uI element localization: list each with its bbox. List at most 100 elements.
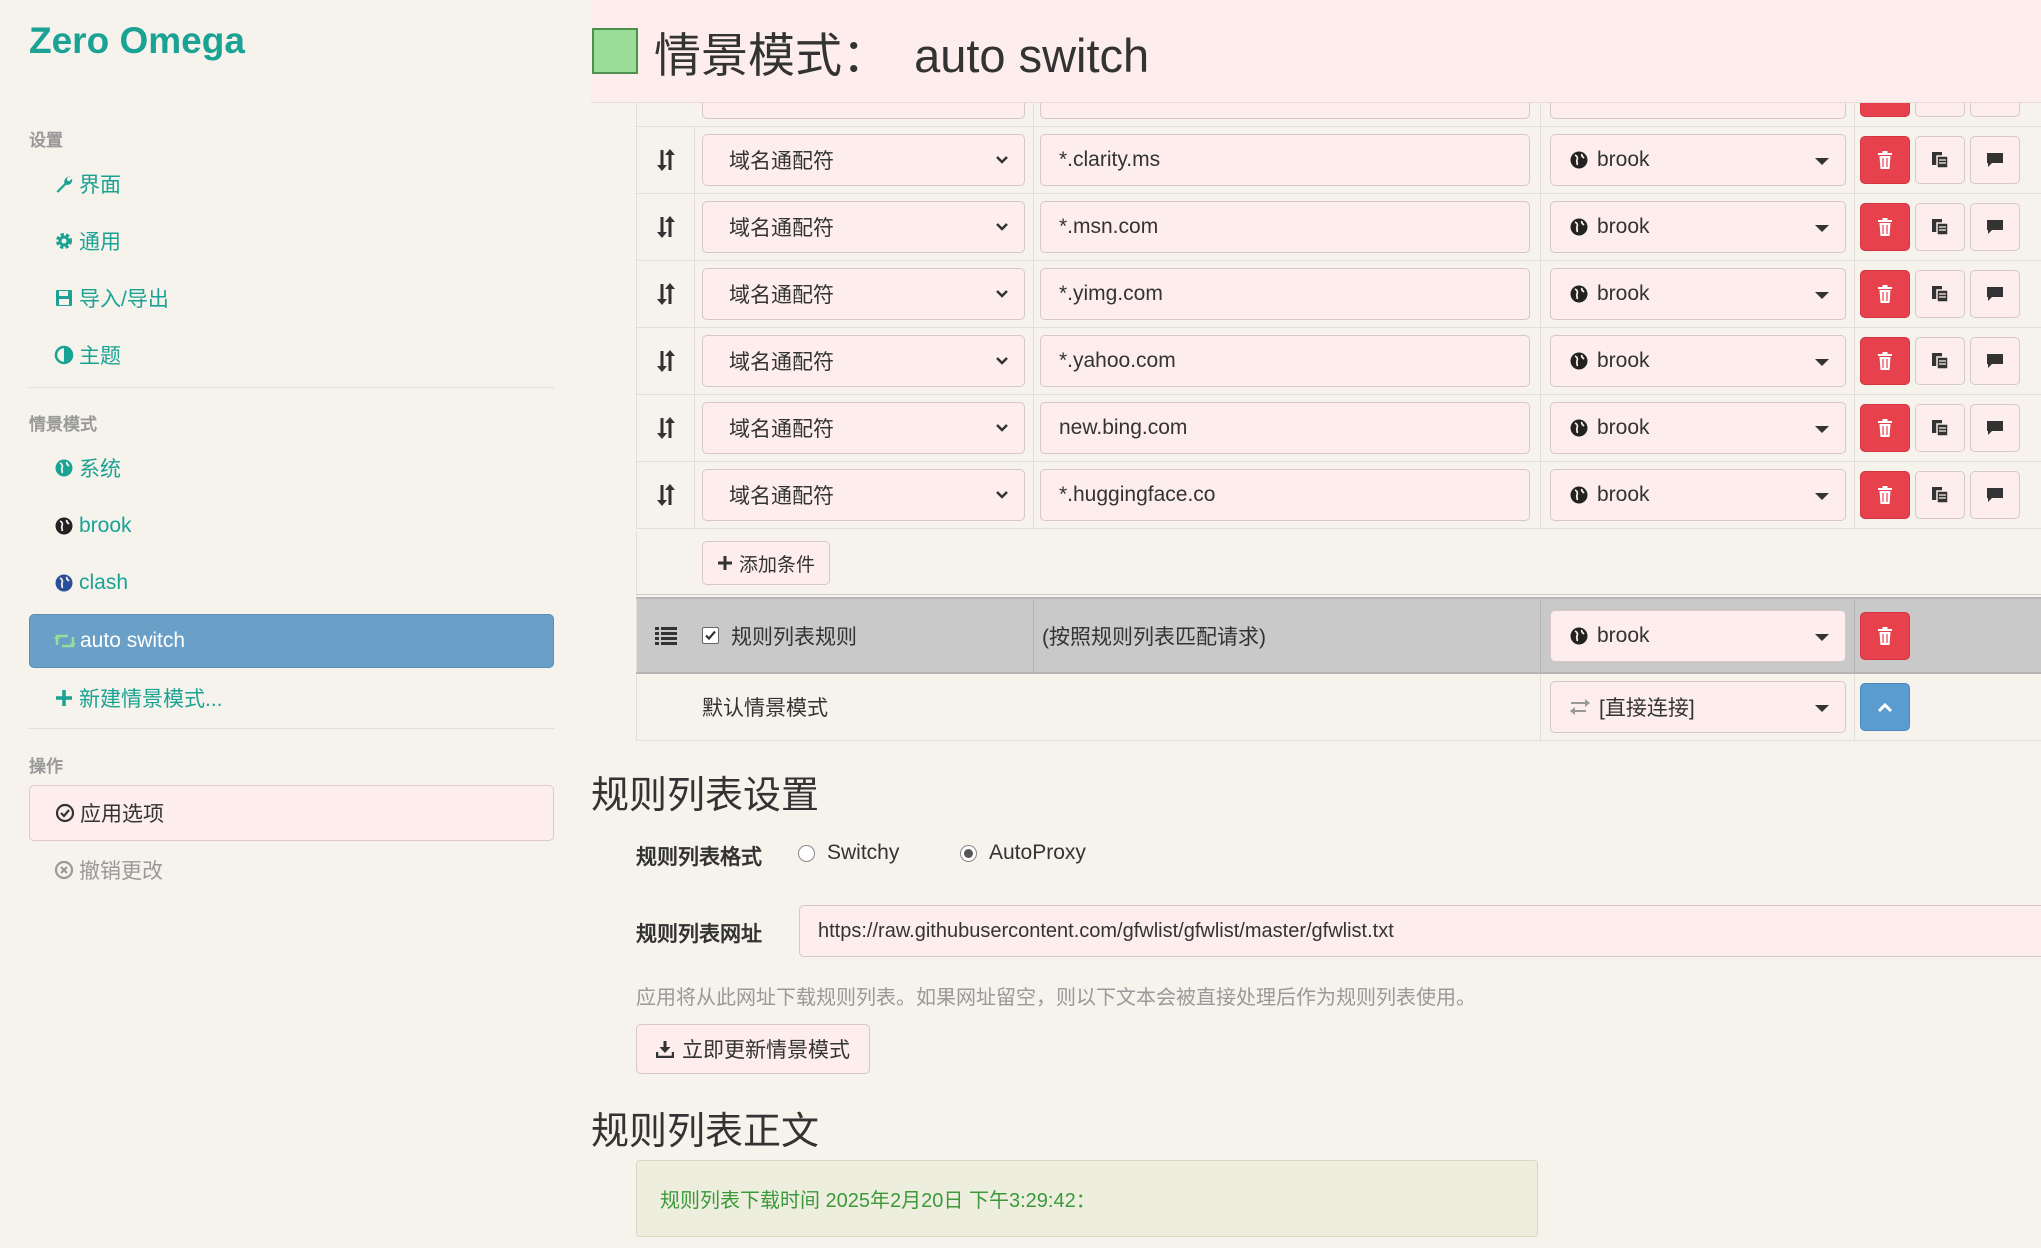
result-profile-select[interactable]: brook (1550, 268, 1846, 320)
globe-icon (1569, 485, 1589, 505)
note-rule-button[interactable] (1970, 203, 2020, 251)
sidebar-item-import-export[interactable]: 导入/导出 (29, 271, 554, 325)
brand-logo[interactable]: Zero Omega (29, 20, 245, 62)
sort-icon[interactable] (636, 395, 694, 461)
ruleset-profile-value: brook (1597, 623, 1650, 647)
caret-down-icon (1815, 359, 1829, 366)
profile-color-swatch[interactable] (592, 28, 638, 74)
condition-type-select[interactable]: 域名通配符 (702, 402, 1025, 454)
clone-rule-button[interactable] (1915, 337, 1965, 385)
delete-rule-button[interactable] (1860, 136, 1910, 184)
delete-rule-button[interactable] (1860, 203, 1910, 251)
apply-button[interactable]: 应用选项 (29, 785, 554, 841)
condition-type-value: 域名通配符 (729, 150, 834, 173)
sidebar-item-auto-switch[interactable]: auto switch (29, 614, 554, 668)
check-circle-icon (52, 803, 78, 823)
condition-pattern-input[interactable]: new.bing.com (1040, 402, 1530, 454)
condition-type-select[interactable]: 域名通配符 (702, 335, 1025, 387)
condition-pattern-input[interactable]: *.yimg.com (1040, 268, 1530, 320)
download-info-text: 规则列表下载时间 2025年2月20日 下午3:29:42： (660, 1190, 1096, 1212)
sidebar-item-clash[interactable]: clash (29, 556, 554, 610)
page-title: 情景模式： auto switch (654, 17, 1149, 86)
caret-down-icon (1815, 225, 1829, 232)
default-profile-select[interactable]: [直接连接] (1550, 681, 1846, 733)
radio-autoproxy[interactable] (960, 844, 977, 862)
clone-rule-button[interactable] (1915, 203, 1965, 251)
sidebar-item-brook[interactable]: brook (29, 499, 554, 553)
new-profile-button[interactable]: 新建情景模式... (29, 671, 554, 725)
clone-rule-button[interactable] (1915, 136, 1965, 184)
result-profile-select[interactable]: brook (1550, 469, 1846, 521)
sort-icon[interactable] (636, 462, 694, 528)
collapse-button[interactable] (1860, 683, 1910, 731)
condition-type-select[interactable]: 域名通配符 (702, 134, 1025, 186)
sidebar-item-general[interactable]: 通用 (29, 214, 554, 268)
globe-icon (51, 458, 77, 478)
download-icon (656, 1040, 674, 1058)
condition-type-select[interactable]: 域名通配符 (702, 268, 1025, 320)
sort-icon[interactable] (636, 261, 694, 327)
default-profile-label: 默认情景模式 (702, 697, 828, 720)
list-icon[interactable] (636, 599, 694, 672)
sort-icon[interactable] (636, 127, 694, 193)
sidebar-item-theme[interactable]: 主题 (29, 328, 554, 382)
condition-pattern-input[interactable]: *.msn.com (1040, 201, 1530, 253)
note-rule-button[interactable] (1970, 337, 2020, 385)
ruleset-url-input[interactable]: https://raw.githubusercontent.com/gfwlis… (799, 905, 2041, 957)
note-rule-button[interactable] (1970, 471, 2020, 519)
result-profile-select[interactable]: brook (1550, 201, 1846, 253)
clone-rule-button[interactable] (1915, 471, 1965, 519)
note-rule-button[interactable] (1970, 404, 2020, 452)
result-profile-value: brook (1597, 483, 1650, 506)
divider (29, 387, 554, 388)
format-option-switchy[interactable]: Switchy (798, 841, 899, 865)
result-profile-value: brook (1597, 148, 1650, 171)
sort-icon[interactable] (636, 194, 694, 260)
note-rule-button[interactable] (1970, 136, 2020, 184)
condition-pattern-value: new.bing.com (1059, 416, 1188, 439)
sidebar-item-system[interactable]: 系统 (29, 441, 554, 495)
condition-pattern-input[interactable]: *.clarity.ms (1040, 134, 1530, 186)
trash-icon (1877, 285, 1893, 303)
note-rule-button[interactable] (1970, 270, 2020, 318)
condition-pattern-input[interactable]: *.huggingface.co (1040, 469, 1530, 521)
result-profile-value: brook (1597, 349, 1650, 372)
delete-rule-button[interactable] (1860, 270, 1910, 318)
update-profile-button[interactable]: 立即更新情景模式 (636, 1024, 870, 1074)
caret-down-icon (1815, 493, 1829, 500)
comment-icon (1986, 353, 2004, 369)
ruleset-rule-description: (按照规则列表匹配请求) (1042, 625, 1266, 649)
result-profile-value: brook (1597, 416, 1650, 439)
globe-icon (51, 516, 77, 536)
radio-switchy[interactable] (798, 844, 815, 862)
result-profile-value: brook (1597, 282, 1650, 305)
sidebar-item-interface[interactable]: 界面 (29, 157, 554, 211)
condition-pattern-value: *.msn.com (1059, 215, 1159, 238)
condition-pattern-value: *.yimg.com (1059, 282, 1163, 305)
delete-rule-button[interactable] (1860, 337, 1910, 385)
copy-icon (1931, 352, 1949, 370)
sort-icon[interactable] (636, 328, 694, 394)
clone-rule-button[interactable] (1915, 404, 1965, 452)
result-profile-select[interactable]: brook (1550, 134, 1846, 186)
condition-pattern-input[interactable]: *.yahoo.com (1040, 335, 1530, 387)
copy-icon (1931, 486, 1949, 504)
ruleset-enabled-checkbox[interactable] (702, 627, 719, 644)
ruleset-profile-select[interactable]: brook (1550, 609, 1846, 662)
delete-ruleset-button[interactable] (1860, 611, 1910, 660)
condition-type-select[interactable]: 域名通配符 (702, 201, 1025, 253)
result-profile-select[interactable]: brook (1550, 402, 1846, 454)
format-option-autoproxy[interactable]: AutoProxy (960, 841, 1086, 865)
result-profile-select[interactable]: brook (1550, 335, 1846, 387)
copy-icon (1931, 218, 1949, 236)
sidebar-item-label: 系统 (79, 458, 121, 481)
comment-icon (1986, 219, 2004, 235)
sidebar-item-label: 主题 (79, 345, 121, 368)
undo-button[interactable]: 撤销更改 (29, 843, 554, 897)
condition-type-select[interactable]: 域名通配符 (702, 469, 1025, 521)
delete-rule-button[interactable] (1860, 404, 1910, 452)
clone-rule-button[interactable] (1915, 270, 1965, 318)
add-condition-button[interactable]: 添加条件 (702, 541, 831, 585)
delete-rule-button[interactable] (1860, 471, 1910, 519)
download-info-alert: 规则列表下载时间 2025年2月20日 下午3:29:42： (636, 1160, 1538, 1237)
